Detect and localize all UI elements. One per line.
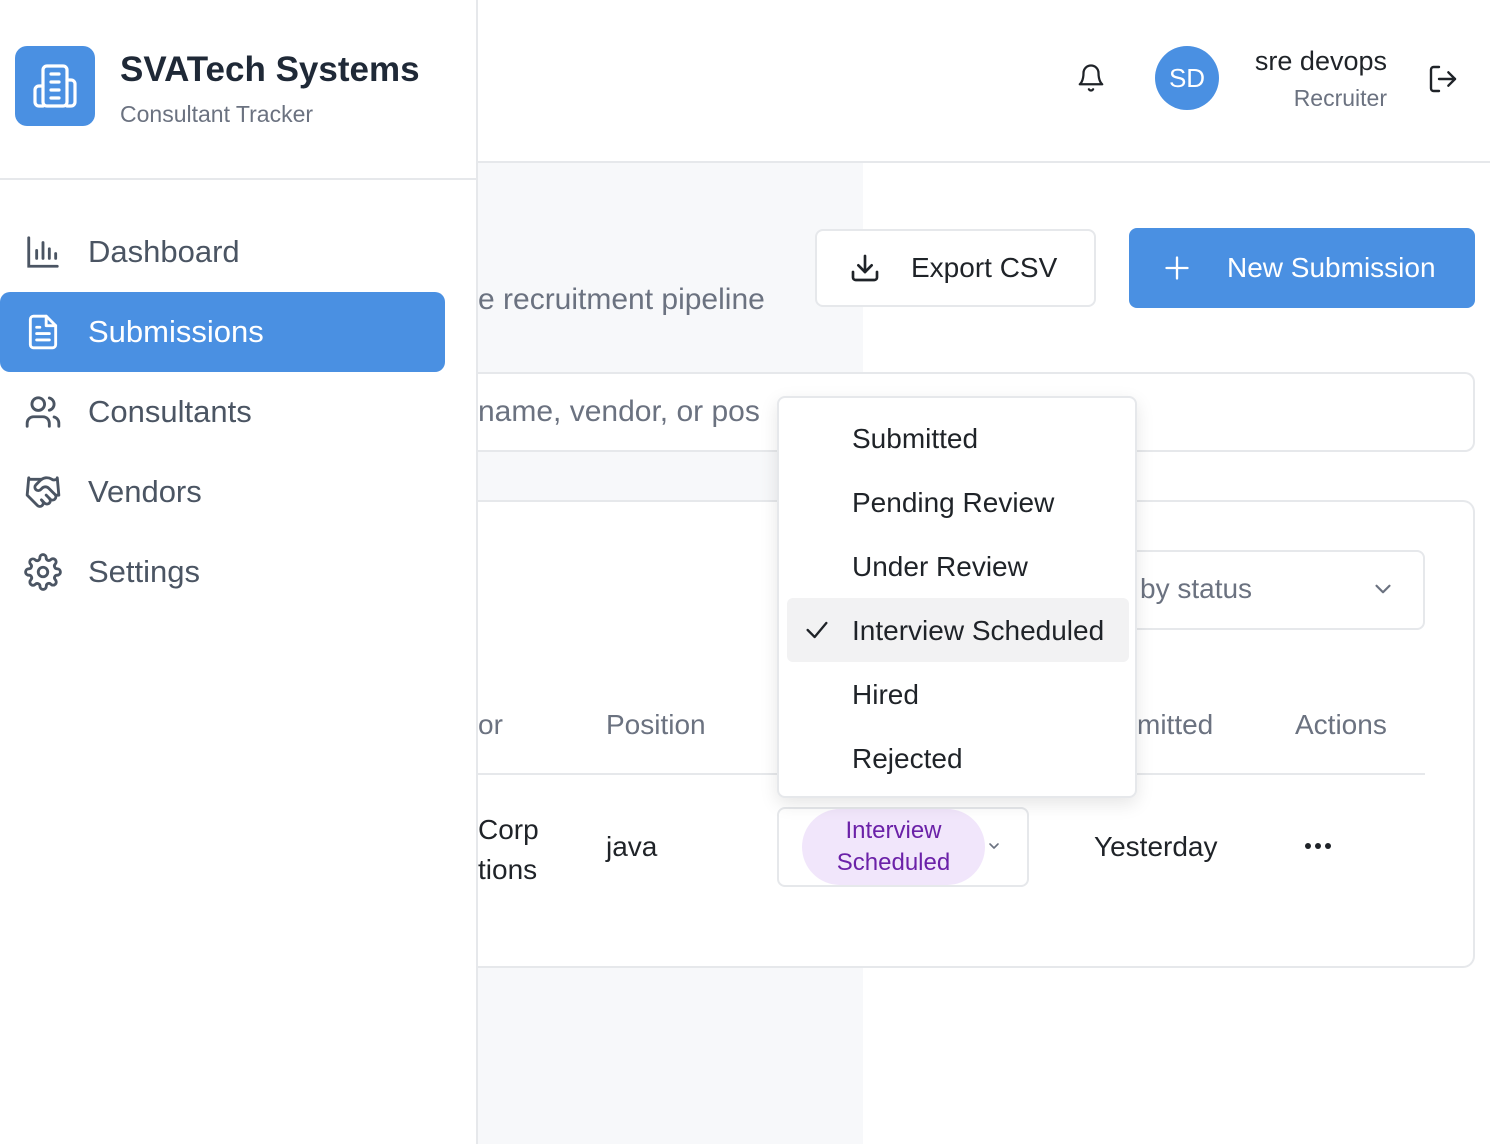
vendor-line-1: Corp bbox=[478, 814, 539, 845]
top-bar bbox=[478, 0, 1490, 163]
brand-name: SVATech Systems bbox=[120, 50, 420, 89]
user-role: Recruiter bbox=[1293, 85, 1387, 111]
chevron-down-icon bbox=[1370, 576, 1396, 602]
download-icon bbox=[847, 250, 883, 286]
users-icon bbox=[21, 390, 65, 434]
sidebar-item-dashboard[interactable]: Dashboard bbox=[0, 212, 445, 292]
chevron-down-icon bbox=[986, 838, 1002, 854]
more-actions-icon[interactable] bbox=[1300, 838, 1336, 854]
menu-item-submitted[interactable]: Submitted bbox=[787, 406, 1129, 470]
brand-subtitle: Consultant Tracker bbox=[120, 101, 314, 127]
status-filter-placeholder: by status bbox=[1140, 573, 1253, 604]
column-header-actions: Actions bbox=[1295, 709, 1387, 740]
status-dropdown-menu: Submitted Pending Review Under Review In… bbox=[777, 396, 1137, 798]
sidebar-item-label: Settings bbox=[88, 554, 201, 589]
menu-item-interview-scheduled[interactable]: Interview Scheduled bbox=[787, 598, 1129, 662]
menu-item-label: Hired bbox=[852, 679, 919, 710]
menu-item-hired[interactable]: Hired bbox=[787, 662, 1129, 726]
sidebar-item-label: Consultants bbox=[88, 394, 252, 429]
sidebar-item-consultants[interactable]: Consultants bbox=[0, 372, 445, 452]
table-cell-submitted: Yesterday bbox=[1094, 831, 1218, 862]
menu-item-rejected[interactable]: Rejected bbox=[787, 726, 1129, 790]
logout-icon[interactable] bbox=[1424, 60, 1462, 98]
notifications-bell-icon[interactable] bbox=[1072, 58, 1110, 98]
sidebar: SVATech Systems Consultant Tracker Dashb… bbox=[0, 0, 478, 1144]
table-cell-position: java bbox=[606, 831, 658, 862]
status-badge: Interview Scheduled bbox=[802, 809, 985, 885]
new-submission-button[interactable]: New Submission bbox=[1129, 228, 1475, 308]
document-icon bbox=[21, 310, 65, 354]
sidebar-item-label: Vendors bbox=[88, 474, 202, 509]
plus-icon bbox=[1159, 250, 1195, 286]
menu-item-label: Interview Scheduled bbox=[852, 615, 1105, 646]
vendor-line-2: tions bbox=[478, 854, 538, 885]
bar-chart-icon bbox=[21, 230, 65, 274]
user-name: sre devops bbox=[1254, 46, 1387, 76]
search-placeholder: name, vendor, or pos bbox=[478, 395, 760, 428]
menu-item-label: Under Review bbox=[852, 551, 1028, 582]
menu-item-label: Pending Review bbox=[852, 487, 1055, 518]
sidebar-item-label: Dashboard bbox=[88, 234, 240, 269]
sidebar-item-label: Submissions bbox=[88, 314, 264, 349]
column-header-submitted: mitted bbox=[1137, 709, 1214, 740]
handshake-icon bbox=[21, 470, 65, 514]
sidebar-divider bbox=[0, 178, 478, 180]
column-header-vendor: or bbox=[478, 709, 503, 740]
sidebar-item-settings[interactable]: Settings bbox=[0, 532, 445, 612]
new-submission-label: New Submission bbox=[1227, 252, 1436, 283]
menu-item-under-review[interactable]: Under Review bbox=[787, 534, 1129, 598]
page-subtitle: e recruitment pipeline bbox=[478, 283, 765, 316]
export-csv-label: Export CSV bbox=[911, 252, 1058, 283]
menu-item-pending-review[interactable]: Pending Review bbox=[787, 470, 1129, 534]
menu-item-label: Rejected bbox=[852, 743, 963, 774]
column-header-position: Position bbox=[606, 709, 706, 740]
check-icon bbox=[803, 616, 831, 644]
table-cell-vendor: Corp tions bbox=[478, 810, 558, 890]
gear-icon bbox=[21, 550, 65, 594]
building-icon bbox=[15, 46, 95, 126]
export-csv-button[interactable]: Export CSV bbox=[815, 229, 1096, 307]
sidebar-item-vendors[interactable]: Vendors bbox=[0, 452, 445, 532]
menu-item-label: Submitted bbox=[852, 423, 979, 454]
sidebar-item-submissions[interactable]: Submissions bbox=[0, 292, 445, 372]
